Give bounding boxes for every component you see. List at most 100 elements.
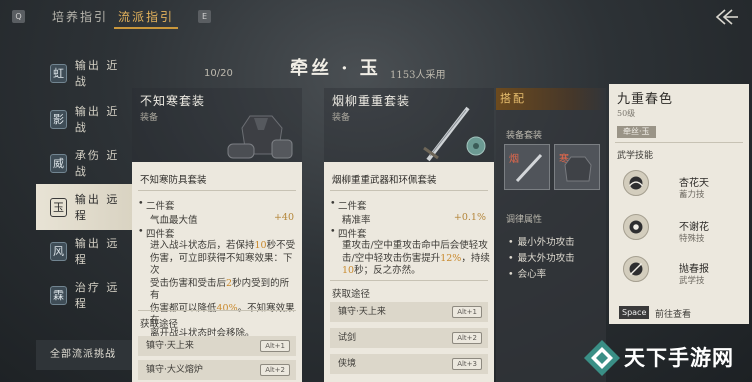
divider [330, 190, 488, 191]
martial-art-title: 九重春色 [617, 92, 674, 107]
view-details-label: 前往查看 [655, 310, 692, 320]
two-piece-value: +0.1% [453, 212, 486, 223]
view-details-bar[interactable]: Space 前往查看 [609, 302, 749, 322]
school-seal-icon: 威 [50, 153, 67, 173]
alt-key-hint: Alt+3 [452, 358, 482, 370]
sword-icon [515, 153, 543, 183]
equip-slot-buzhihan[interactable]: 寒 [554, 144, 600, 190]
school-item-ying[interactable]: 影 输出 近战 [36, 96, 132, 142]
two-piece-stat: 气血最大值 [150, 215, 198, 226]
source-label: 镇守·大义熔炉 [146, 365, 203, 375]
martial-art-panel: 九重春色 50级 牵丝·玉 武学技能 杏花天 蓄力技 不谢花 特殊技 抛春报 武… [609, 84, 749, 324]
source-title: 获取途径 [140, 319, 179, 330]
desc-line: 伤害，可立即获得不知寒效果：下次 [150, 252, 293, 277]
active-tab-underline [114, 27, 178, 29]
source-label: 镇守·天上来 [338, 307, 386, 317]
divider [138, 190, 296, 191]
card-body: 不知寒防具套装 二件套 气血最大值 +40 四件套 进入战斗状态后，若保持10秒… [132, 162, 302, 382]
skill-type: 武学技 [679, 276, 705, 286]
two-piece-label: 二件套 [330, 198, 366, 212]
source-row[interactable]: 侠境 Alt+3 [330, 354, 488, 374]
page-title: 牵丝 · 玉 [290, 58, 381, 79]
skills-heading: 武学技能 [617, 151, 654, 161]
two-piece-label: 二件套 [138, 198, 174, 212]
equip-slot-yanliu[interactable]: 烟 [504, 144, 550, 190]
two-piece-stat: 精准率 [342, 215, 371, 226]
school-seal-icon: 影 [50, 109, 67, 129]
alt-key-hint: Alt+2 [260, 364, 290, 376]
four-piece-label: 四件套 [330, 226, 366, 240]
source-row[interactable]: 镇守·天上来 Alt+1 [138, 336, 296, 356]
school-label: 输出 远程 [74, 193, 120, 222]
equip-set-label: 装备套装 [506, 131, 543, 141]
set-name: 烟柳重重武器和环佩套装 [332, 175, 437, 186]
tab-school-guide[interactable]: 流派指引 [118, 8, 174, 25]
card-title: 烟柳重重套装 [332, 94, 411, 108]
card-body: 烟柳重重武器和环佩套装 二件套 精准率 +0.1% 四件套 重攻击/空中重攻击命… [324, 162, 494, 382]
alt-key-hint: Alt+1 [260, 340, 290, 352]
desc-line: 10秒；反之亦然。 [342, 265, 421, 276]
skill-type: 蓄力技 [679, 190, 705, 200]
school-count: 10/20 [204, 68, 233, 79]
skill-icon-buxiehua[interactable] [623, 214, 649, 240]
site-watermark: 天下手游网 [580, 336, 750, 380]
school-seal-icon: 霖 [50, 285, 67, 305]
card-subtitle: 装备 [140, 113, 159, 123]
school-item-lin[interactable]: 霖 治疗 远程 [36, 272, 132, 318]
divider [615, 142, 743, 143]
alt-key-hint: Alt+1 [452, 306, 482, 318]
source-row[interactable]: 试剑 Alt+2 [330, 328, 488, 348]
source-row[interactable]: 镇守·天上来 Alt+1 [330, 302, 488, 322]
source-row[interactable]: 镇守·大义熔炉 Alt+2 [138, 360, 296, 380]
skill-icon-xinghuatian[interactable] [623, 170, 649, 196]
two-piece-value: +40 [273, 212, 294, 223]
school-label: 治疗 远程 [74, 281, 120, 310]
tune-attr-item: 最小外功攻击 [508, 234, 575, 248]
skill-type: 特殊技 [679, 234, 705, 244]
equipment-card-yanliu[interactable]: 烟柳重重套装 装备 烟柳重重武器和环佩套装 二件套 精准率 +0.1% 四件套 … [324, 88, 494, 382]
card-title: 不知寒套装 [140, 94, 206, 108]
skill-name: 抛春报 [679, 264, 709, 275]
school-item-hong[interactable]: 虹 输出 近战 [36, 50, 132, 96]
q-key-hint[interactable]: Q [12, 10, 25, 23]
school-label: 输出 近战 [74, 105, 120, 134]
back-arrow-icon[interactable] [714, 8, 738, 26]
school-seal-icon: 风 [50, 241, 67, 261]
top-bar: Q 培养指引 流派指引 E [0, 0, 752, 36]
school-seal-icon: 玉 [50, 197, 67, 217]
source-title: 获取途径 [332, 289, 371, 300]
alt-key-hint: Alt+2 [452, 332, 482, 344]
four-piece-label: 四件套 [138, 226, 174, 240]
school-item-feng[interactable]: 风 输出 远程 [36, 228, 132, 274]
school-seal-icon: 虹 [50, 63, 67, 83]
equipment-card-buzhihan[interactable]: 不知寒套装 装备 不知寒防具套装 二件套 气血最大值 +40 四件套 进入战斗状… [132, 88, 302, 382]
desc-line: 受击伤害和受击后2秒内受到的所有 [150, 277, 290, 302]
desc-line: 进入战斗状态后，若保持10秒不受 [150, 240, 296, 251]
all-school-challenge-button[interactable]: 全部流派挑战 [36, 340, 132, 370]
source-label: 侠境 [338, 359, 357, 369]
card-subtitle: 装备 [332, 113, 351, 123]
school-item-wei[interactable]: 威 承伤 近战 [36, 140, 132, 186]
tune-attr-item: 会心率 [508, 266, 547, 280]
armor-set-icon [227, 115, 293, 159]
tab-cultivate-guide[interactable]: 培养指引 [52, 8, 108, 25]
card-header: 烟柳重重套装 装备 [324, 88, 494, 166]
school-label: 承伤 近战 [74, 149, 120, 178]
martial-art-level: 50级 [617, 109, 636, 118]
skill-icon-paochunbao[interactable] [623, 256, 649, 282]
school-label: 输出 近战 [74, 59, 120, 88]
school-item-yu[interactable]: 玉 输出 远程 [36, 184, 132, 230]
watermark-logo-icon [584, 340, 620, 376]
desc-line: 重攻击/空中重攻击命中后会使轻攻 [342, 240, 488, 251]
space-key-hint: Space [619, 306, 650, 319]
divider [330, 280, 488, 281]
source-label: 镇守·天上来 [146, 341, 194, 351]
tune-attr-item: 最大外功攻击 [508, 250, 575, 264]
skill-name: 杏花天 [679, 178, 709, 189]
watermark-text: 天下手游网 [624, 346, 734, 370]
pairing-title: 搭配 [496, 88, 606, 110]
source-label: 试剑 [338, 333, 357, 343]
card-header: 不知寒套装 装备 [132, 88, 302, 166]
e-key-hint[interactable]: E [198, 10, 211, 23]
school-label: 输出 远程 [74, 237, 120, 266]
